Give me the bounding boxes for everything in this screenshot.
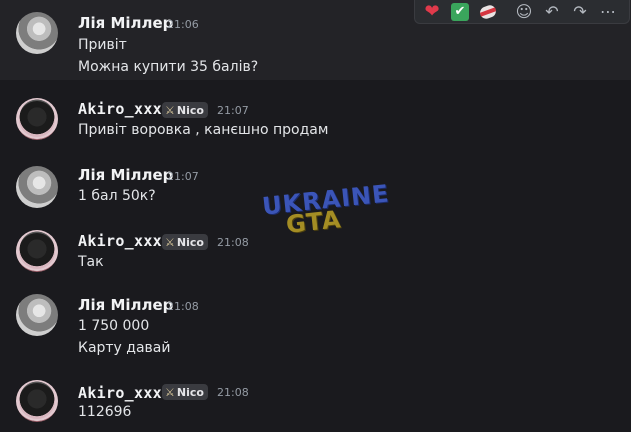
avatar[interactable]	[16, 380, 58, 422]
message-text: Карту давай	[78, 340, 171, 356]
message-author[interactable]: Лія Міллер	[78, 166, 173, 184]
message-author[interactable]: Akiro_xxx	[78, 100, 162, 118]
quick-reaction-check[interactable]: ✔	[449, 1, 471, 23]
message-timestamp: 21:07	[217, 104, 249, 117]
message-author[interactable]: Akiro_xxx	[78, 384, 162, 402]
avatar[interactable]	[16, 166, 58, 208]
message-text: Привіт воровка , канєшно продам	[78, 122, 329, 138]
message-timestamp: 21:08	[167, 300, 199, 313]
chat-message[interactable]: Akiro_xxx ⚔ Nico 21:07 Привіт воровка , …	[0, 92, 631, 152]
more-icon[interactable]: ⋯	[597, 1, 619, 23]
message-text: Можна купити 35 балів?	[78, 59, 259, 75]
message-text: Привіт	[78, 37, 127, 53]
role-badge-label: Nico	[176, 385, 204, 399]
role-badge[interactable]: ⚔ Nico	[162, 102, 208, 118]
message-timestamp: 21:08	[217, 386, 249, 399]
role-badge[interactable]: ⚔ Nico	[162, 384, 208, 400]
bandage-icon	[478, 3, 498, 21]
role-badge[interactable]: ⚔ Nico	[162, 234, 208, 250]
avatar[interactable]	[16, 98, 58, 140]
avatar[interactable]	[16, 230, 58, 272]
role-badge-label: Nico	[176, 103, 204, 117]
message-timestamp: 21:08	[217, 236, 249, 249]
chat-message[interactable]: Лія Міллер 21:08 1 750 000 Карту давай	[0, 288, 631, 368]
chat-message-list: Лія Міллер 21:06 Привіт Можна купити 35 …	[0, 0, 631, 432]
watermark-bottom-text: GTA	[284, 205, 343, 239]
avatar[interactable]	[16, 12, 58, 54]
quick-reaction-bandage[interactable]	[477, 1, 499, 23]
message-text: 1 750 000	[78, 318, 150, 334]
reply-icon[interactable]: ↶	[541, 1, 563, 23]
chat-message[interactable]: Akiro_xxx ⚔ Nico 21:08 112696	[0, 376, 631, 432]
role-badge-label: Nico	[176, 235, 204, 249]
check-icon: ✔	[451, 2, 469, 21]
watermark-logo: UKRAINE GTA	[258, 179, 391, 246]
message-author[interactable]: Akiro_xxx	[78, 232, 162, 250]
message-hover-toolbar: ❤ ✔ ☺ ↶ ↷ ⋯	[414, 0, 630, 24]
message-timestamp: 21:07	[167, 170, 199, 183]
add-reaction-icon[interactable]: ☺	[513, 1, 535, 23]
message-text: 1 бал 50к?	[78, 188, 156, 204]
sword-icon: ⚔	[165, 385, 175, 399]
sword-icon: ⚔	[165, 103, 175, 117]
forward-icon[interactable]: ↷	[569, 1, 591, 23]
message-author[interactable]: Лія Міллер	[78, 14, 173, 32]
message-author[interactable]: Лія Міллер	[78, 296, 173, 314]
avatar[interactable]	[16, 294, 58, 336]
message-timestamp: 21:06	[167, 18, 199, 31]
message-text: 112696	[78, 404, 132, 420]
heart-icon[interactable]: ❤	[421, 1, 443, 23]
sword-icon: ⚔	[165, 235, 175, 249]
message-text: Так	[78, 254, 104, 270]
